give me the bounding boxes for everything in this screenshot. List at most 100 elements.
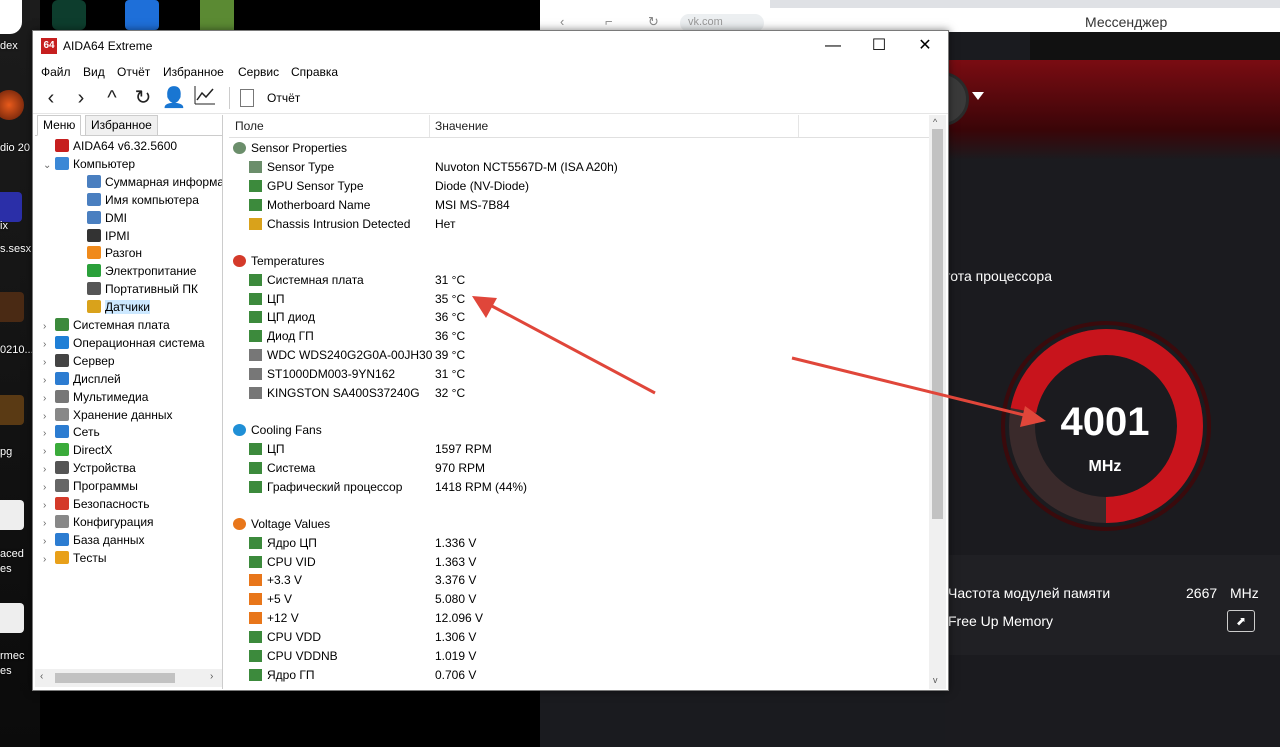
sensor-row[interactable]: CPU VDDNB 1.019 V [229,647,929,665]
report-icon[interactable] [240,89,254,107]
sensor-field: Система [267,460,316,475]
scroll-down-icon[interactable]: v [933,675,938,685]
up-button[interactable]: ^ [99,85,125,111]
desktop-file-icon[interactable] [0,192,22,222]
sensor-row[interactable]: Sensor Type Nuvoton NCT5567D-M (ISA A20h) [229,158,929,176]
sensor-row[interactable]: CPU VID 1.363 V [229,553,929,571]
sensor-row[interactable]: Диод ГП 36 °C [229,327,929,345]
scroll-up-icon[interactable]: ^ [933,117,937,127]
tree-item[interactable]: ⌄ Компьютер [43,155,135,173]
vertical-scrollbar[interactable]: ^ v [929,115,946,689]
column-header-field[interactable]: Поле [235,119,264,133]
expand-arrow-icon[interactable]: › [43,551,55,569]
menu-file[interactable]: Файл [41,65,71,79]
tree-item[interactable]: Датчики [75,298,150,316]
scrollbar-thumb[interactable] [55,673,175,683]
back-button[interactable]: ‹ [38,85,64,111]
column-header-value[interactable]: Значение [435,119,488,133]
sensor-value: 36 °C [435,310,466,325]
sensor-row[interactable]: Ядро ЦП 1.336 V [229,534,929,552]
sensor-row[interactable]: ЦП 1597 RPM [229,440,929,458]
chevron-down-icon[interactable] [972,92,984,100]
tree-item[interactable]: › Конфигурация [43,513,154,531]
horizontal-scrollbar[interactable]: ‹ › [35,669,222,687]
tree-item[interactable]: › Программы [43,477,138,495]
tab-menu[interactable]: Меню [37,115,82,136]
tree-item[interactable]: Имя компьютера [75,191,199,209]
tree-item[interactable]: › Безопасность [43,495,150,513]
tree-item[interactable]: › Тесты [43,549,106,567]
desktop-document-icon[interactable] [0,500,24,530]
sensor-row[interactable]: +5 V 5.080 V [229,590,929,608]
tree-item[interactable]: › DirectX [43,441,112,459]
expand-arrow-icon[interactable]: ⌄ [43,157,55,175]
tree-item[interactable]: › База данных [43,531,144,549]
tree-item[interactable]: › Мультимедиа [43,388,148,406]
column-separator[interactable] [798,115,799,137]
tree-item[interactable]: Портативный ПК [75,280,198,298]
tree-item[interactable]: AIDA64 v6.32.5600 [43,137,177,155]
tree-item[interactable]: › Дисплей [43,370,121,388]
gauge-icon [249,161,262,173]
menu-tools[interactable]: Сервис [238,65,279,79]
desktop-image-icon[interactable] [0,395,24,425]
user-button[interactable]: 👤 [161,85,187,111]
sensor-field: Графический процессор [267,479,403,494]
report-button-label[interactable]: Отчёт [267,91,300,105]
maximize-button[interactable]: ☐ [856,31,902,61]
sensor-row[interactable]: ST1000DM003-9YN162 31 °C [229,365,929,383]
desktop-app-icon[interactable] [52,0,86,30]
tree-item[interactable]: Суммарная информация [75,173,222,191]
sensor-row[interactable]: +12 V 12.096 V [229,609,929,627]
menu-view[interactable]: Вид [83,65,105,79]
forward-button[interactable]: › [68,85,94,111]
scrollbar-thumb[interactable] [932,129,943,519]
sensor-row[interactable]: KINGSTON SA400S37240G 32 °C [229,384,929,402]
scroll-left-icon[interactable]: ‹ [40,671,43,682]
tree-item[interactable]: › Хранение данных [43,406,173,424]
sensor-row[interactable]: CPU VDD 1.306 V [229,628,929,646]
tree-item[interactable]: › Операционная система [43,334,205,352]
desktop-file-icon[interactable] [0,292,24,322]
tree-item-label: Устройства [73,461,136,476]
tree-item[interactable]: Разгон [75,244,142,262]
tree-item[interactable]: › Системная плата [43,316,170,334]
sensor-row[interactable]: Системная плата 31 °C [229,271,929,289]
column-separator[interactable] [429,115,430,137]
tab-favorites[interactable]: Избранное [85,115,158,136]
tree-item[interactable]: › Сервер [43,352,115,370]
sensor-row[interactable]: ЦП 35 °C [229,290,929,308]
desktop-app-icon[interactable] [125,0,159,30]
desktop-document-icon[interactable] [0,603,24,633]
chart-button[interactable] [192,85,218,111]
tree-item[interactable]: DMI [75,209,127,227]
minimize-button[interactable]: — [810,31,856,61]
menu-report[interactable]: Отчёт [117,65,150,79]
bookmark-icon[interactable]: ⌐ [605,14,613,29]
sensor-row[interactable]: Система 970 RPM [229,459,929,477]
reload-icon[interactable]: ↻ [648,14,659,30]
scroll-right-icon[interactable]: › [210,671,213,682]
sensor-row[interactable]: Motherboard Name MSI MS-7B84 [229,196,929,214]
desktop-app-icon[interactable] [0,90,24,120]
sensor-row[interactable]: Ядро ГП 0.706 V [229,666,929,684]
sensor-row[interactable]: ЦП диод 36 °C [229,308,929,326]
tree-item[interactable]: › Устройства [43,459,136,477]
sensor-row[interactable]: Chassis Intrusion Detected Нет [229,215,929,233]
tree-item[interactable]: Электропитание [75,262,196,280]
sensor-row[interactable]: WDC WDS240G2G0A-00JH30 39 °C [229,346,929,364]
menu-help[interactable]: Справка [291,65,338,79]
sensor-row[interactable]: +3.3 V 3.376 V [229,571,929,589]
desktop-app-icon[interactable] [0,0,22,34]
tree-item[interactable]: IPMI [75,227,130,245]
sensor-row[interactable]: Графический процессор 1418 RPM (44%) [229,478,929,496]
menu-favorites[interactable]: Избранное [163,65,224,79]
refresh-button[interactable]: ↻ [130,85,156,111]
desktop-app-icon[interactable] [200,0,234,30]
tree-item[interactable]: › Сеть [43,423,100,441]
sensor-row[interactable]: GPU Sensor Type Diode (NV-Diode) [229,177,929,195]
close-button[interactable]: ✕ [902,31,948,61]
free-memory-button[interactable]: ⬈ [1227,610,1255,632]
title-bar[interactable]: 64 AIDA64 Extreme — ☐ ✕ [33,31,948,61]
back-icon[interactable]: ‹ [560,14,564,29]
